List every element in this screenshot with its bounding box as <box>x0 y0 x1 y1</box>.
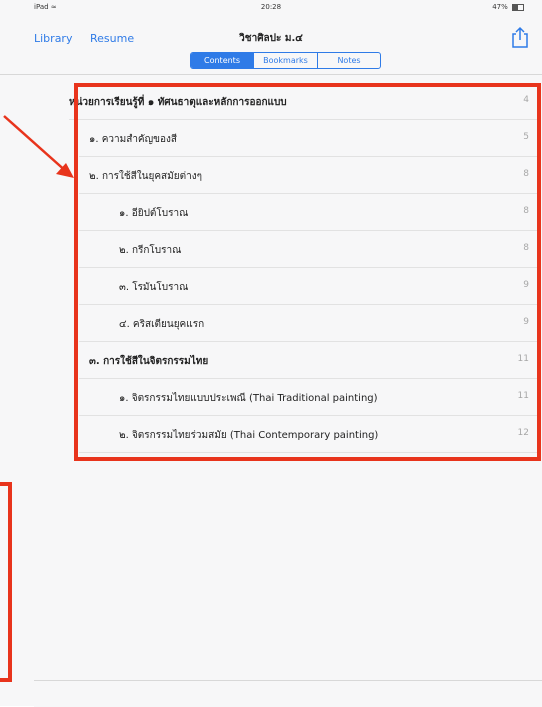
battery-status: 47% <box>492 3 524 11</box>
share-icon[interactable] <box>510 26 530 48</box>
navigation-bar: Library Resume วิชาศิลปะ ม.๔ Contents Bo… <box>0 14 542 75</box>
status-time: 20:28 <box>260 3 282 11</box>
status-bar: iPad ≈ 20:28 47% <box>0 0 542 14</box>
annotation-highlight-box <box>74 83 541 461</box>
bottom-toolbar <box>34 680 542 707</box>
view-segmented-control: Contents Bookmarks Notes <box>190 52 381 69</box>
tab-notes[interactable]: Notes <box>317 53 380 68</box>
annotation-arrow-icon <box>3 115 74 178</box>
tab-contents[interactable]: Contents <box>191 53 253 68</box>
book-title: วิชาศิลปะ ม.๔ <box>239 33 303 44</box>
annotation-edge-marker <box>0 482 12 682</box>
tab-bookmarks[interactable]: Bookmarks <box>253 53 317 68</box>
battery-icon <box>512 3 524 11</box>
battery-percent: 47% <box>492 3 508 11</box>
